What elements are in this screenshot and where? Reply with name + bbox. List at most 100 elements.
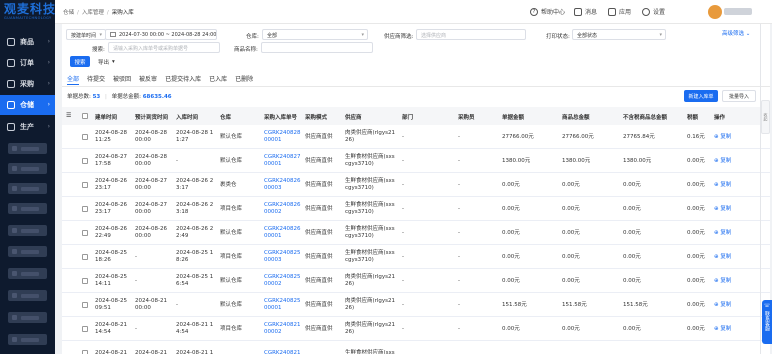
table-row[interactable]: 2024-08-25 09:51 2024-08-21 00:00 - 默认仓库 CGRK2… <box>62 293 770 317</box>
date-range-picker[interactable]: 2024-07-30 00:00 ~ 2024-08-28 24:00 <box>105 29 217 40</box>
help-center-button[interactable]: ? 帮助中心 <box>530 7 565 16</box>
cell-order-no[interactable]: CGRK240821 00002 <box>264 322 301 336</box>
row-checkbox[interactable] <box>82 254 88 260</box>
cell-order-no[interactable]: CGRK240825 00001 <box>264 298 301 312</box>
copy-button[interactable]: ⊕ 复制 <box>714 134 731 141</box>
table-row[interactable]: 2024-08-21 14:54 - 2024-08-21 1 4:54 项目仓库 CGRK… <box>62 317 770 341</box>
copy-button[interactable]: ⊕ 复制 <box>714 302 731 309</box>
table-row[interactable]: 2024-08-26 23:17 2024-08-27 00:00 2024-08-26… <box>62 197 770 221</box>
sidebar-item-hidden[interactable] <box>8 268 47 279</box>
cell-order-no[interactable]: CGRK240826 00002 <box>264 202 301 216</box>
row-checkbox[interactable] <box>82 302 88 308</box>
breadcrumb-item[interactable]: 仓储 <box>63 10 74 16</box>
select-all-checkbox[interactable] <box>82 113 88 119</box>
sidebar-item-purchase[interactable]: 采购 › <box>0 74 55 94</box>
cell-order-no[interactable]: CGRK240827 00001 <box>264 154 301 168</box>
row-checkbox[interactable] <box>82 182 88 188</box>
table-row[interactable]: 2024-08-26 23:17 2024-08-27 00:00 2024-08-26… <box>62 173 770 197</box>
warehouse-select[interactable]: 全部 ▾ <box>262 29 368 40</box>
cell-order-no[interactable]: CGRK240821 <box>264 350 301 354</box>
tab-deleted[interactable]: 已删除 <box>235 74 253 85</box>
copy-button[interactable]: ⊕ 复制 <box>714 158 731 165</box>
sidebar-item-products[interactable]: 商品 › <box>0 32 55 52</box>
export-button[interactable]: 导出 ▾ <box>98 56 122 67</box>
advanced-filter-toggle[interactable]: 高级筛选 ⌄ <box>722 29 750 37</box>
cell-order-no[interactable]: CGRK240826 00003 <box>264 178 301 192</box>
new-stock-in-button[interactable]: 新建入库单 <box>684 90 718 102</box>
row-checkbox[interactable] <box>82 230 88 236</box>
copy-button[interactable]: ⊕ 复制 <box>714 230 731 237</box>
cell-order-no[interactable]: CGRK240828 00001 <box>264 130 301 144</box>
tab-rejected[interactable]: 被驳回 <box>113 74 131 85</box>
row-checkbox[interactable] <box>82 278 88 284</box>
cell-notax: 0.00元 <box>623 182 641 189</box>
settings-button[interactable]: 设置 <box>642 7 665 16</box>
supplier-select[interactable]: 选择供应商 <box>416 29 526 40</box>
search-input[interactable]: 请输入采购入库单号或采购单据号 <box>108 42 220 53</box>
cell-tax: 0.00元 <box>687 254 705 261</box>
breadcrumb-item[interactable]: 入库管理 <box>82 10 104 16</box>
table-row[interactable]: 2024-08-25 14:11 - 2024-08-25 1 6:54 默认仓库 CGRK… <box>62 269 770 293</box>
product-name-input[interactable] <box>261 42 373 53</box>
date-type-select[interactable]: 按建单时间 ▾ <box>66 29 106 40</box>
count-value: 53 <box>92 94 101 100</box>
print-status-select[interactable]: 全部状态 ▾ <box>572 29 666 40</box>
copy-button[interactable]: ⊕ 复制 <box>714 254 731 261</box>
apps-button[interactable]: 应用 <box>608 7 631 16</box>
copy-button[interactable]: ⊕ 复制 <box>714 206 731 213</box>
cell-notax: 151.58元 <box>623 302 648 309</box>
print-status-label: 打印状态: <box>546 34 570 40</box>
sidebar-item-hidden[interactable] <box>8 203 47 214</box>
copy-button[interactable]: ⊕ 复制 <box>714 278 731 285</box>
row-checkbox[interactable] <box>82 158 88 164</box>
cell-line: - <box>458 278 460 284</box>
sidebar-item-hidden[interactable] <box>8 312 47 323</box>
avatar[interactable] <box>708 5 722 19</box>
table-row[interactable]: 2024-08-27 17:58 2024-08-28 00:00 - 默认仓库 CGRK2… <box>62 149 770 173</box>
table-row[interactable]: 2024-08-26 22:49 2024-08-26 00:00 2024-08-26… <box>62 221 770 245</box>
sidebar-item-hidden[interactable] <box>8 334 47 345</box>
sidebar-item-hidden[interactable] <box>8 143 47 154</box>
sidebar-item-hidden[interactable] <box>8 246 47 257</box>
product-name-label: 商品名称: <box>234 47 258 53</box>
row-checkbox[interactable] <box>82 134 88 140</box>
cell-line: cgys3710) <box>345 185 374 191</box>
sidebar-item-production[interactable]: 生产 › <box>0 117 55 137</box>
row-checkbox[interactable] <box>82 206 88 212</box>
tab-stocked-in[interactable]: 已入库 <box>209 74 227 85</box>
tab-reversed[interactable]: 被反审 <box>139 74 157 85</box>
tab-all[interactable]: 全部 <box>67 74 80 85</box>
chevron-right-icon: › <box>47 38 50 45</box>
cell-eta: - <box>135 326 137 333</box>
sidebar-item-hidden[interactable] <box>8 163 47 174</box>
tab-submitted-pending[interactable]: 已提交待入库 <box>165 74 201 85</box>
cell-order-no[interactable]: CGRK240825 00003 <box>264 250 301 264</box>
copy-button[interactable]: ⊕ 复制 <box>714 182 731 189</box>
cell-line: 00001 <box>264 137 282 143</box>
sidebar-item-warehouse[interactable]: 仓储 › <box>0 95 55 115</box>
cell-line: 26) <box>345 137 355 143</box>
table-row[interactable]: 2024-08-21 2024-08-21 2024-08-21 1 CGRK2408… <box>62 341 770 354</box>
user-name[interactable] <box>724 8 752 15</box>
cell-order-no[interactable]: CGRK240825 00002 <box>264 274 301 288</box>
side-collapse-tab[interactable]: 收起 <box>761 100 770 134</box>
cell-line: 2024-08-27 <box>95 154 127 160</box>
sidebar-item-hidden[interactable] <box>8 290 47 301</box>
batch-import-button[interactable]: 批量导入 <box>722 90 756 102</box>
column-settings-icon[interactable]: ☰ <box>66 112 72 119</box>
search-button[interactable]: 搜索 <box>70 56 90 67</box>
table-row[interactable]: 2024-08-25 18:26 - 2024-08-25 1 8:26 项目仓库 CGRK… <box>62 245 770 269</box>
cell-line: 0.00元 <box>623 326 641 332</box>
copy-button[interactable]: ⊕ 复制 <box>714 326 731 333</box>
sidebar-item-orders[interactable]: 订单 › <box>0 53 55 73</box>
customer-service-button[interactable]: ☏ 联系客服 <box>762 300 772 344</box>
row-checkbox[interactable] <box>82 326 88 332</box>
table-row[interactable]: 2024-08-28 11:25 2024-08-28 00:00 2024-08-28… <box>62 125 770 149</box>
cell-order-no[interactable]: CGRK240826 00001 <box>264 226 301 240</box>
sidebar-item-hidden[interactable] <box>8 183 47 194</box>
row-checkbox[interactable] <box>82 350 88 354</box>
messages-button[interactable]: 消息 <box>574 7 597 16</box>
tab-pending-submit[interactable]: 待提交 <box>87 74 105 85</box>
brand-logo[interactable]: 观麦科技 GUANMAITECHNOLOGY <box>0 0 55 24</box>
sidebar-item-hidden[interactable] <box>8 225 47 236</box>
